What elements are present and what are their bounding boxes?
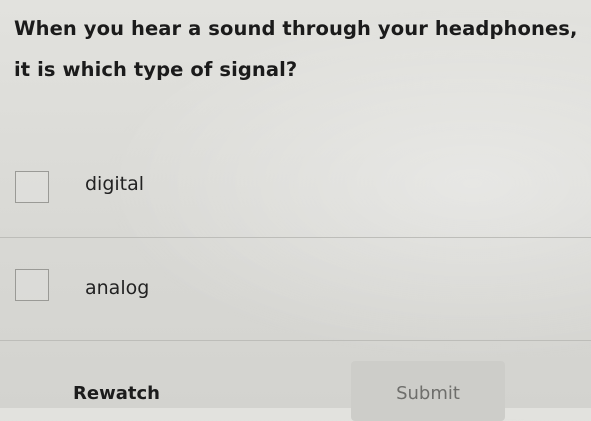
checkbox[interactable] (15, 171, 49, 203)
checkbox[interactable] (15, 269, 49, 301)
rewatch-button[interactable]: Rewatch (73, 383, 160, 404)
answer-option-digital[interactable]: digital (0, 135, 591, 239)
submit-label: Submit (396, 383, 460, 404)
option-label: analog (85, 277, 150, 299)
answer-option-analog[interactable]: analog (0, 238, 591, 342)
question-text: When you hear a sound through your headp… (14, 17, 578, 81)
option-label: digital (85, 173, 145, 195)
divider (0, 340, 591, 341)
submit-button[interactable]: Submit (351, 361, 505, 421)
